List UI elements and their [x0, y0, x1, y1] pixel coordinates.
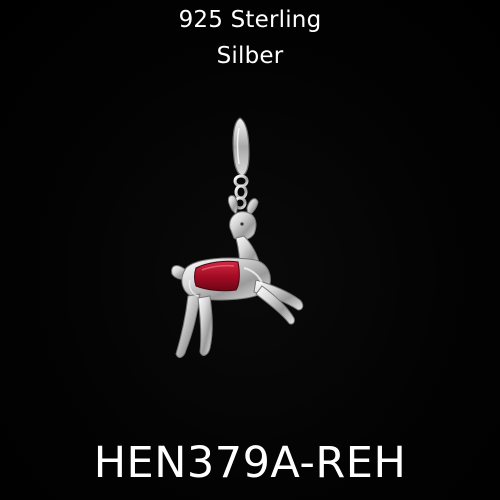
deer-figure [171, 195, 304, 358]
deer-charm-icon [171, 117, 304, 358]
product-photo: 925 Sterling Silber HEN379A-REH [0, 0, 500, 500]
lobster-clasp [232, 117, 250, 210]
product-code-label: HEN379A-REH [93, 438, 407, 488]
